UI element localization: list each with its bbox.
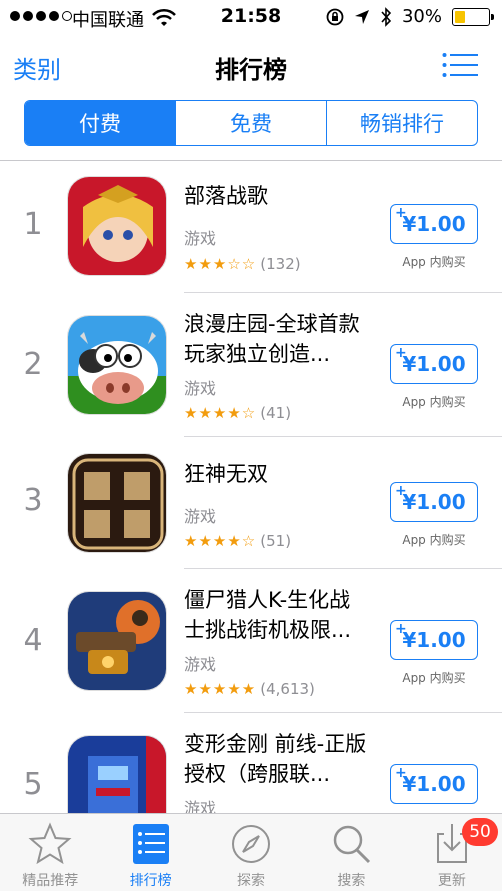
app-rating: ★★★★☆ (41) bbox=[184, 404, 291, 422]
list-item[interactable]: 5 变形金刚 前线-正版授权（跨服联... 游戏 + ¥1.00 bbox=[0, 713, 502, 813]
app-ranking-list: 1 部落战歌 游戏 ★★★☆☆ (132) + ¥1.00 App 内购买 2 bbox=[0, 161, 502, 813]
rating-stars: ★★★★★ bbox=[184, 680, 257, 698]
app-name: 浪漫庄园-全球首款玩家独立创造... bbox=[184, 312, 360, 366]
rating-stars: ★★★★☆ bbox=[184, 404, 257, 422]
app-category: 游戏 bbox=[184, 229, 217, 248]
price-label: ¥1.00 bbox=[402, 772, 466, 796]
app-rating: ★★★☆☆ (132) bbox=[184, 255, 301, 273]
plus-icon: + bbox=[395, 483, 407, 499]
tab-search[interactable]: 搜索 bbox=[301, 814, 401, 891]
tab-top-charts[interactable]: 排行榜 bbox=[100, 814, 200, 891]
price-label: ¥1.00 bbox=[402, 212, 466, 236]
app-icon[interactable] bbox=[67, 591, 167, 691]
price-label: ¥1.00 bbox=[402, 490, 466, 514]
rank-number: 2 bbox=[23, 347, 43, 382]
ranking-list-icon bbox=[132, 824, 169, 864]
app-rating: ★★★★☆ (51) bbox=[184, 532, 291, 550]
plus-icon: + bbox=[395, 621, 407, 637]
buy-button[interactable]: + ¥1.00 bbox=[390, 204, 478, 244]
segment-paid[interactable]: 付费 bbox=[25, 101, 175, 145]
chart-type-segmented-control: 付费 免费 畅销排行 bbox=[24, 100, 478, 146]
app-category: 游戏 bbox=[184, 507, 217, 526]
battery-percent: 30% bbox=[401, 6, 442, 27]
app-icon[interactable] bbox=[67, 176, 167, 276]
in-app-purchase-label: App 内购买 bbox=[402, 671, 466, 685]
rotation-lock-icon bbox=[326, 8, 344, 25]
buy-button[interactable]: + ¥1.00 bbox=[390, 764, 478, 804]
rank-number: 5 bbox=[23, 767, 43, 802]
tab-featured[interactable]: 精品推荐 bbox=[0, 814, 100, 891]
segment-free[interactable]: 免费 bbox=[175, 101, 326, 145]
bluetooth-icon bbox=[381, 6, 392, 27]
rating-count: (41) bbox=[260, 404, 292, 422]
price-label: ¥1.00 bbox=[402, 352, 466, 376]
app-icon[interactable] bbox=[67, 735, 167, 813]
in-app-purchase-label: App 内购买 bbox=[402, 255, 466, 269]
status-bar: 中国联通 21:58 30% bbox=[0, 0, 502, 36]
plus-icon: + bbox=[395, 205, 407, 221]
list-item[interactable]: 3 狂神无双 游戏 ★★★★☆ (51) + ¥1.00 App 内购买 bbox=[0, 437, 502, 569]
in-app-purchase-label: App 内购买 bbox=[402, 395, 466, 409]
rank-number: 4 bbox=[23, 623, 43, 658]
buy-button[interactable]: + ¥1.00 bbox=[390, 344, 478, 384]
rank-number: 1 bbox=[23, 207, 43, 242]
tab-label: 精品推荐 bbox=[22, 873, 79, 889]
tab-label: 搜索 bbox=[337, 873, 366, 889]
app-category: 游戏 bbox=[184, 799, 217, 813]
star-icon bbox=[28, 822, 72, 865]
app-category: 游戏 bbox=[184, 655, 217, 674]
rating-stars: ★★★☆☆ bbox=[184, 255, 257, 273]
tab-bar: 精品推荐 排行榜 探索 搜索 更新 50 bbox=[0, 813, 502, 891]
tab-updates[interactable]: 更新 50 bbox=[402, 814, 502, 891]
app-icon[interactable] bbox=[67, 453, 167, 553]
update-count-badge: 50 bbox=[462, 818, 499, 846]
tab-explore[interactable]: 探索 bbox=[201, 814, 301, 891]
location-icon bbox=[354, 9, 369, 24]
tab-label: 排行榜 bbox=[129, 873, 172, 889]
in-app-purchase-label: App 内购买 bbox=[402, 533, 466, 547]
app-name: 狂神无双 bbox=[184, 462, 268, 486]
compass-icon bbox=[232, 825, 271, 863]
app-name: 变形金刚 前线-正版授权（跨服联... bbox=[184, 732, 367, 786]
plus-icon: + bbox=[395, 765, 407, 781]
list-icon[interactable] bbox=[442, 52, 478, 78]
search-icon bbox=[334, 825, 371, 864]
buy-button[interactable]: + ¥1.00 bbox=[390, 620, 478, 660]
list-item[interactable]: 1 部落战歌 游戏 ★★★☆☆ (132) + ¥1.00 App 内购买 bbox=[0, 161, 502, 293]
app-category: 游戏 bbox=[184, 379, 217, 398]
page-title: 排行榜 bbox=[215, 56, 287, 84]
navigation-bar: 类别 排行榜 bbox=[0, 36, 502, 96]
app-name: 僵尸猎人K-生化战士挑战街机极限... bbox=[184, 588, 352, 642]
app-rating: ★★★★★ (4,613) bbox=[184, 680, 315, 698]
rating-count: (51) bbox=[260, 532, 292, 550]
app-icon[interactable] bbox=[67, 315, 167, 415]
price-label: ¥1.00 bbox=[402, 628, 466, 652]
rating-count: (4,613) bbox=[260, 680, 315, 698]
battery-icon bbox=[452, 7, 494, 26]
tab-label: 更新 bbox=[437, 873, 466, 889]
segment-top-grossing[interactable]: 畅销排行 bbox=[326, 101, 477, 145]
list-item[interactable]: 4 僵尸猎人K-生化战士挑战街机极限... 游戏 ★★★★★ (4,613) +… bbox=[0, 569, 502, 713]
rating-stars: ★★★★☆ bbox=[184, 532, 257, 550]
buy-button[interactable]: + ¥1.00 bbox=[390, 482, 478, 522]
plus-icon: + bbox=[395, 345, 407, 361]
app-name: 部落战歌 bbox=[184, 184, 268, 208]
rating-count: (132) bbox=[260, 255, 301, 273]
tab-label: 探索 bbox=[237, 873, 266, 889]
rank-number: 3 bbox=[23, 483, 43, 518]
list-item[interactable]: 2 浪漫庄园-全球首款玩家独立创造... 游戏 ★★★★☆ (41) + ¥1.… bbox=[0, 293, 502, 437]
